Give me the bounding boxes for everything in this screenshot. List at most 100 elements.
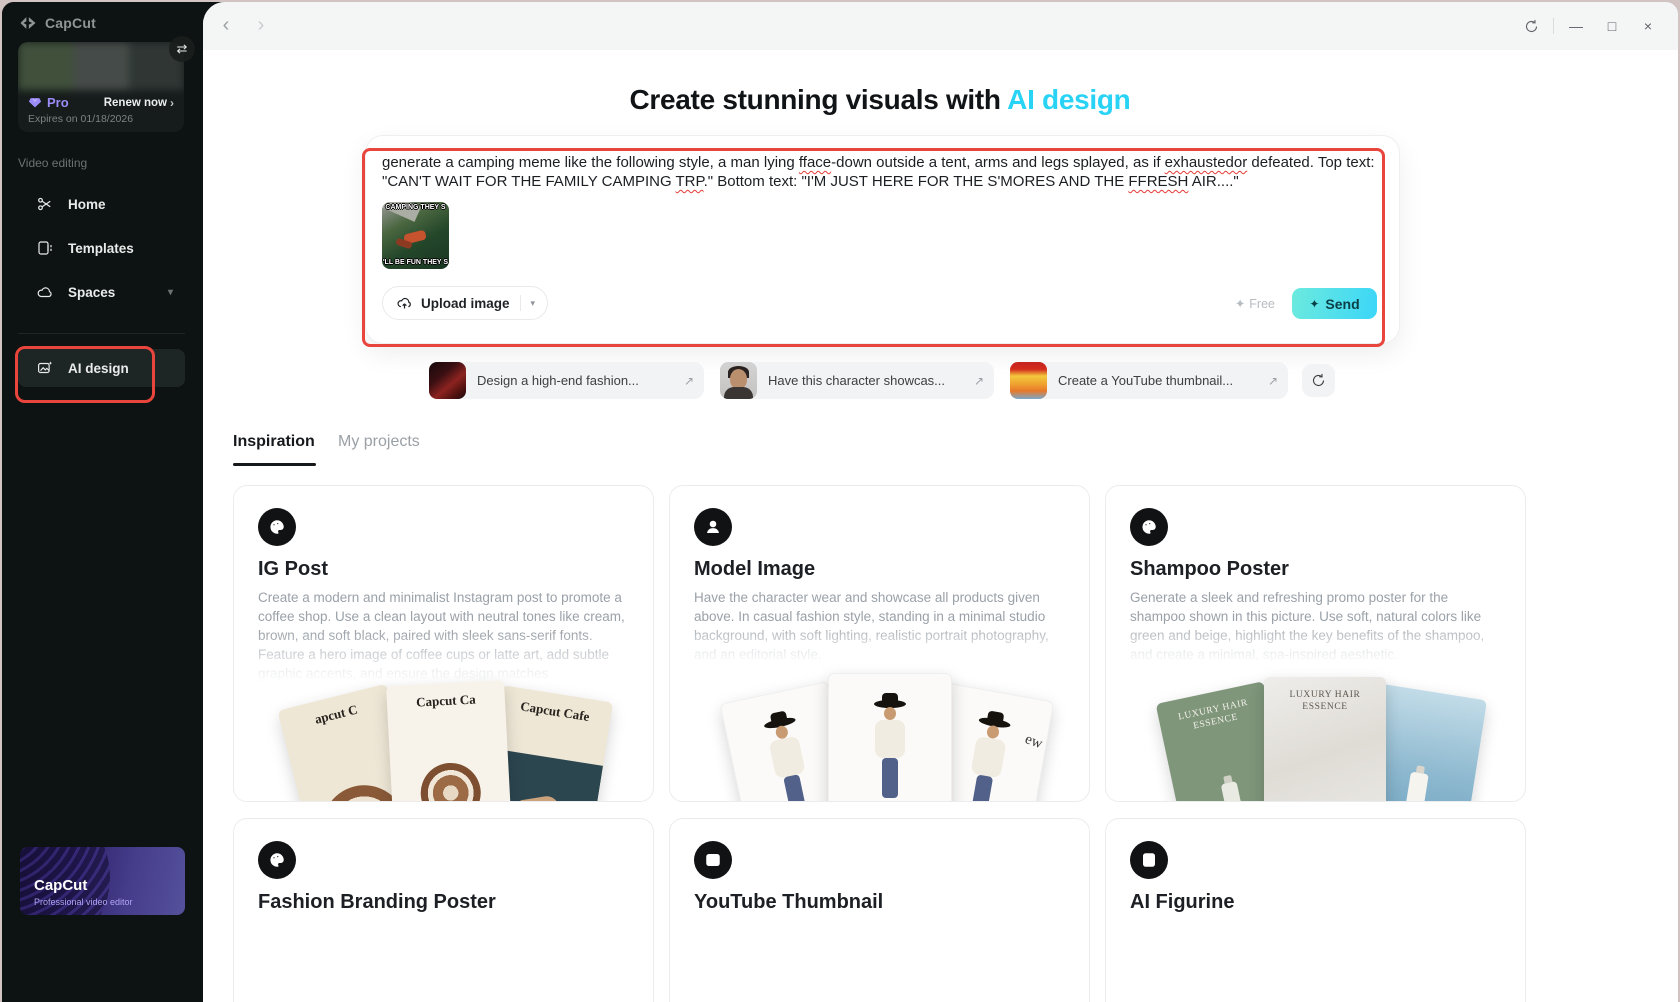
tab-inspiration[interactable]: Inspiration bbox=[233, 433, 315, 451]
palette-icon bbox=[258, 841, 296, 879]
pro-collage-image bbox=[18, 42, 184, 90]
main-content: ‹ › — □ × Create stunning visuals with A… bbox=[203, 2, 1678, 1002]
preview-label: Capcut Cafe bbox=[519, 698, 591, 725]
minimize-button[interactable]: — bbox=[1562, 12, 1590, 40]
sparkle-icon: ✦ bbox=[1234, 297, 1246, 311]
pro-card[interactable]: Pro Renew now › Expires on 01/18/2026 bbox=[18, 42, 184, 132]
card-description: Create a modern and minimalist Instagram… bbox=[258, 590, 625, 681]
upload-image-button[interactable]: Upload image ▾ bbox=[382, 286, 549, 320]
card-preview-images: LUXURY HAIR ESSENCE LUXURY HAIR ESSENCE bbox=[1106, 677, 1525, 801]
arrow-up-right-icon: ↗ bbox=[1267, 373, 1278, 388]
prompt-segment-misspelled: fface bbox=[798, 154, 832, 171]
upload-button-divider bbox=[519, 295, 521, 311]
close-button[interactable]: × bbox=[1634, 12, 1662, 40]
top-bar bbox=[203, 2, 1678, 50]
chip-label: Design a high-end fashion... bbox=[477, 373, 639, 388]
card-title: AI Figurine bbox=[1130, 891, 1235, 913]
preview-label: ew bbox=[1022, 731, 1045, 753]
preview-label: apcut C bbox=[313, 701, 360, 727]
sidebar-item-spaces[interactable]: Spaces ▾ bbox=[18, 272, 185, 312]
capcut-logo-icon bbox=[20, 17, 36, 29]
image-icon bbox=[694, 841, 732, 879]
window-controls-divider bbox=[1553, 18, 1554, 34]
renew-now-label: Renew now bbox=[103, 96, 167, 109]
pro-gem-icon bbox=[28, 98, 42, 108]
suggestion-chip-fashion[interactable]: Design a high-end fashion... ↗ bbox=[429, 362, 704, 399]
meme-top-text: CAMPING THEY S bbox=[385, 204, 446, 211]
template-card-shampoo-poster[interactable]: Shampoo Poster Generate a sleek and refr… bbox=[1105, 485, 1526, 802]
suggestion-chip-youtube[interactable]: Create a YouTube thumbnail... ↗ bbox=[1010, 362, 1288, 399]
meme-bottom-text: 'LL BE FUN THEY S bbox=[382, 259, 449, 266]
sidebar-item-label: Home bbox=[68, 196, 106, 212]
capcut-promo-banner[interactable]: CapCut Professional video editor bbox=[20, 847, 185, 915]
template-card-fashion-branding-poster[interactable]: Fashion Branding Poster bbox=[233, 818, 654, 1002]
arrow-up-right-icon: ↗ bbox=[683, 373, 694, 388]
refresh-suggestions-button[interactable] bbox=[1302, 364, 1335, 397]
templates-icon bbox=[38, 241, 52, 255]
tab-my-projects[interactable]: My projects bbox=[338, 433, 420, 451]
sidebar-item-home[interactable]: Home bbox=[18, 184, 185, 224]
prompt-input[interactable]: generate a camping meme like the followi… bbox=[382, 153, 1382, 191]
refresh-icon bbox=[1312, 373, 1325, 387]
arrow-up-right-icon: ↗ bbox=[973, 373, 984, 388]
pro-plan-label: Pro bbox=[47, 95, 69, 110]
suggestion-chip-character[interactable]: Have this character showcas... ↗ bbox=[720, 362, 994, 399]
free-badge: ✦ Free bbox=[1234, 296, 1275, 312]
template-card-ig-post[interactable]: IG Post Create a modern and minimalist I… bbox=[233, 485, 654, 802]
sidebar-divider bbox=[18, 333, 185, 334]
attached-meme-image[interactable]: CAMPING THEY S 'LL BE FUN THEY S bbox=[382, 202, 449, 269]
send-button[interactable]: ✦ Send bbox=[1292, 288, 1377, 319]
maximize-button[interactable]: □ bbox=[1598, 12, 1626, 40]
switch-account-button[interactable]: ⇄ bbox=[169, 36, 195, 62]
forward-button[interactable]: › bbox=[249, 14, 273, 38]
card-title: Model Image bbox=[694, 558, 816, 580]
banner-title: CapCut bbox=[34, 877, 88, 894]
sidebar-item-label: Spaces bbox=[68, 284, 116, 300]
sidebar-item-ai-design[interactable]: AI design bbox=[18, 349, 185, 387]
ai-design-icon bbox=[38, 361, 53, 374]
back-button[interactable]: ‹ bbox=[214, 14, 238, 38]
chip-label: Have this character showcas... bbox=[768, 373, 946, 388]
swap-icon: ⇄ bbox=[176, 41, 188, 56]
chevron-down-icon[interactable]: ▾ bbox=[529, 298, 538, 309]
card-title: IG Post bbox=[258, 558, 329, 580]
tab-active-underline bbox=[233, 463, 316, 466]
preview-label: Capcut Ca bbox=[415, 691, 477, 710]
card-title: Shampoo Poster bbox=[1130, 558, 1289, 580]
prompt-segment-misspelled: FFRESH bbox=[1128, 173, 1189, 190]
brand-name: CapCut bbox=[45, 15, 96, 31]
chip-thumbnail-portrait bbox=[720, 362, 757, 399]
page-title-prefix: Create stunning visuals with bbox=[629, 84, 1008, 115]
template-card-ai-figurine[interactable]: AI Figurine bbox=[1105, 818, 1526, 1002]
pro-expiry-text: Expires on 01/18/2026 bbox=[28, 113, 134, 125]
prompt-segment: -down outside a tent, arms and legs spla… bbox=[831, 154, 1165, 171]
page-title: Create stunning visuals with AI design bbox=[203, 84, 1557, 116]
prompt-segment: AIR...." bbox=[1188, 173, 1239, 190]
template-card-model-image[interactable]: Model Image Have the character wear and … bbox=[669, 485, 1090, 802]
renew-now-link[interactable]: Renew now › bbox=[104, 96, 174, 110]
banner-subtitle: Professional video editor bbox=[34, 897, 133, 907]
sparkle-icon: ✦ bbox=[1309, 296, 1320, 311]
capcut-window: CapCut Pro Renew now › Expires on 01/18/… bbox=[2, 2, 1678, 1002]
chevron-down-icon[interactable]: ▾ bbox=[168, 287, 173, 298]
chip-label: Create a YouTube thumbnail... bbox=[1058, 373, 1234, 388]
upload-image-label: Upload image bbox=[421, 295, 510, 311]
card-description: Generate a sleek and refreshing promo po… bbox=[1130, 590, 1485, 662]
template-card-youtube-thumbnail[interactable]: YouTube Thumbnail bbox=[669, 818, 1090, 1002]
free-label: Free bbox=[1249, 296, 1275, 311]
refresh-icon bbox=[1525, 19, 1537, 32]
sidebar-item-label: Templates bbox=[68, 240, 134, 256]
sidebar: CapCut Pro Renew now › Expires on 01/18/… bbox=[2, 2, 203, 1002]
prompt-segment: ." Bottom text: "I'M JUST HERE FOR THE S… bbox=[703, 173, 1129, 190]
brand: CapCut bbox=[18, 15, 96, 31]
sidebar-item-templates[interactable]: Templates bbox=[18, 228, 185, 268]
preview-label: LUXURY HAIR ESSENCE bbox=[1289, 690, 1361, 712]
refresh-button[interactable] bbox=[1517, 12, 1545, 40]
preview-label: LUXURY HAIR ESSENCE bbox=[1177, 697, 1249, 732]
palette-icon bbox=[258, 508, 296, 546]
palette-icon bbox=[1130, 508, 1168, 546]
prompt-segment: generate a camping meme like the followi… bbox=[382, 154, 799, 171]
prompt-card: generate a camping meme like the followi… bbox=[365, 135, 1400, 344]
person-icon bbox=[694, 508, 732, 546]
card-title: YouTube Thumbnail bbox=[694, 891, 884, 913]
